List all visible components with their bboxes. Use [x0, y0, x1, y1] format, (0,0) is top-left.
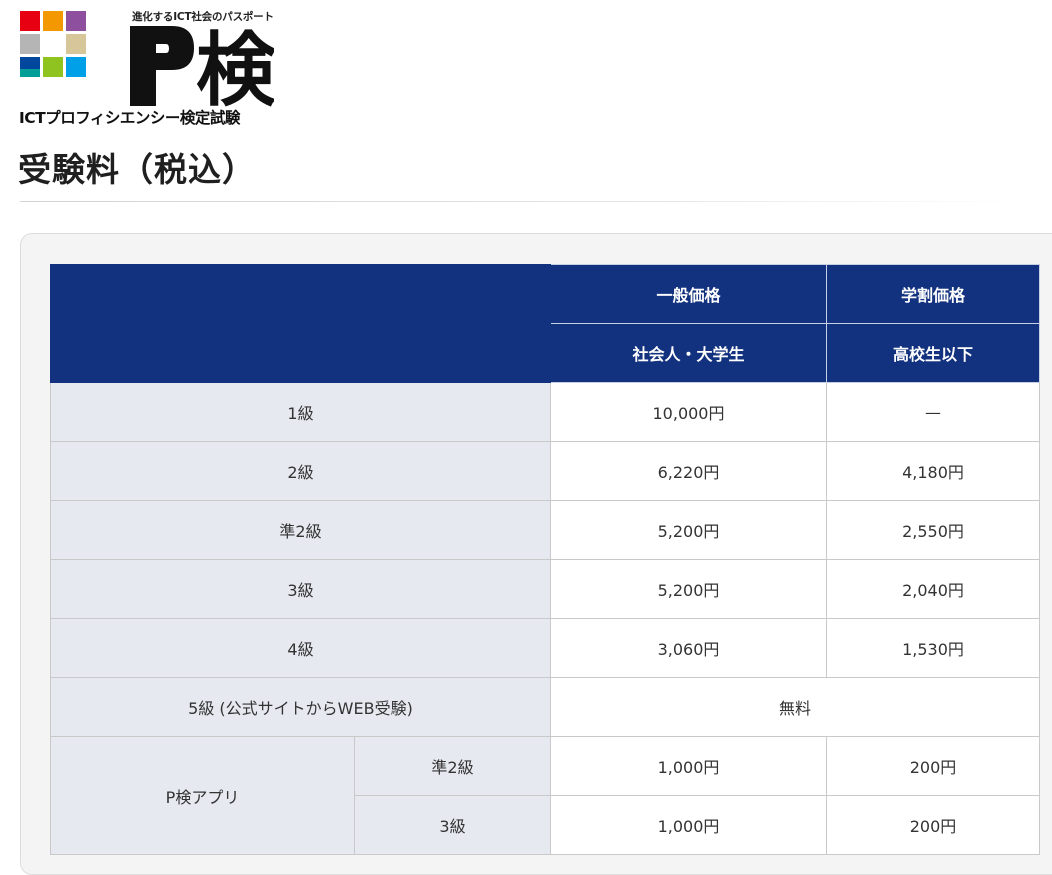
header-general-price: 一般価格 — [550, 264, 827, 324]
logo-grid-square — [20, 69, 40, 77]
logo-grid-square — [43, 34, 63, 54]
header-corner — [50, 264, 551, 383]
general-price-cell: 10,000円 — [550, 382, 827, 442]
grade-cell: 5級 (公式サイトからWEB受験) — [50, 677, 551, 737]
general-price-cell: 5,200円 — [550, 500, 827, 560]
grade-cell: 準2級 — [50, 500, 551, 560]
fee-table: 一般価格 学割価格 社会人・大学生 高校生以下 1級 10,000円 — 2級 … — [50, 264, 1040, 855]
table-row-app: P検アプリ 準2級 1,000円 200円 — [50, 736, 1040, 855]
logo-grid-square — [66, 11, 86, 31]
logo-grid-square — [20, 34, 40, 54]
table-row: 3級 5,200円 2,040円 — [50, 559, 1040, 619]
student-price-cell: 1,530円 — [826, 618, 1040, 678]
logo-grid-square — [20, 11, 40, 31]
general-price-cell: 1,000円 — [550, 736, 827, 796]
general-price-cell: 3,060円 — [550, 618, 827, 678]
student-price-cell: — — [826, 382, 1040, 442]
student-price-cell: 2,040円 — [826, 559, 1040, 619]
grade-cell: 4級 — [50, 618, 551, 678]
page-title: 受験料（税込） — [18, 150, 256, 189]
logo-grid-square — [43, 11, 63, 31]
logo-kanji: 検 — [196, 24, 274, 108]
grade-cell: 1級 — [50, 382, 551, 442]
table-row: 4級 3,060円 1,530円 — [50, 618, 1040, 678]
header-student-target: 高校生以下 — [826, 323, 1040, 383]
student-price-cell: 200円 — [826, 736, 1040, 796]
logo-color-grid — [20, 11, 86, 77]
general-price-cell: 5,200円 — [550, 559, 827, 619]
p-ken-logo-mark: 検 — [130, 24, 274, 108]
grade-cell: 3級 — [354, 795, 551, 855]
grade-cell: 2級 — [50, 441, 551, 501]
table-row-free: 5級 (公式サイトからWEB受験) 無料 — [50, 677, 1040, 737]
free-price-cell: 無料 — [550, 677, 1040, 737]
logo-grid-square — [66, 34, 86, 54]
table-row: 2級 6,220円 4,180円 — [50, 441, 1040, 501]
table-row: 1級 10,000円 — — [50, 382, 1040, 442]
student-price-cell: 2,550円 — [826, 500, 1040, 560]
header-student-price: 学割価格 — [826, 264, 1040, 324]
logo-subtitle: ICTプロフィシエンシー検定試験 — [19, 109, 240, 127]
logo-grid-square — [43, 57, 63, 77]
student-price-cell: 200円 — [826, 795, 1040, 855]
table-row: 準2級 5,200円 2,550円 — [50, 500, 1040, 560]
grade-cell: 3級 — [50, 559, 551, 619]
general-price-cell: 6,220円 — [550, 441, 827, 501]
title-divider — [20, 201, 1030, 202]
logo-grid-square — [66, 57, 86, 77]
grade-cell: 準2級 — [354, 736, 551, 796]
student-price-cell: 4,180円 — [826, 441, 1040, 501]
general-price-cell: 1,000円 — [550, 795, 827, 855]
header-general-target: 社会人・大学生 — [550, 323, 827, 383]
